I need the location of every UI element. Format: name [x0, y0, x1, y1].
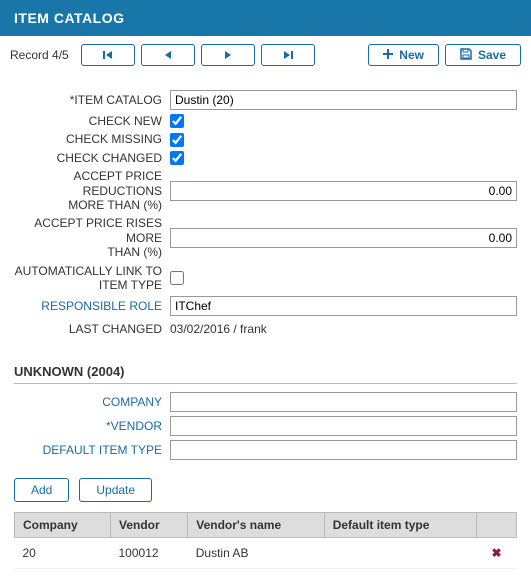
accept-price-rises-label: ACCEPT PRICE RISES MORE THAN (%) [14, 216, 170, 259]
last-changed-label: LAST CHANGED [14, 322, 170, 336]
default-item-type-input[interactable] [170, 440, 517, 460]
check-missing-checkbox[interactable] [170, 133, 184, 147]
check-changed-label: CHECK CHANGED [14, 151, 170, 165]
save-button[interactable]: Save [445, 44, 521, 66]
toolbar: Record 4/5 New Save [0, 36, 531, 74]
save-button-label: Save [478, 48, 506, 62]
grid-header-vendor-name[interactable]: Vendor's name [188, 513, 324, 538]
section-form: COMPANY *VENDOR DEFAULT ITEM TYPE [0, 392, 531, 472]
form-area: *ITEM CATALOG CHECK NEW CHECK MISSING CH… [0, 74, 531, 350]
prev-icon [164, 50, 172, 60]
add-button[interactable]: Add [14, 478, 69, 502]
auto-link-label: AUTOMATICALLY LINK TO ITEM TYPE [14, 264, 170, 293]
section-title: UNKNOWN (2004) [0, 350, 531, 383]
nav-last-button[interactable] [261, 44, 315, 66]
item-catalog-input[interactable] [170, 90, 517, 110]
grid-header-company[interactable]: Company [15, 513, 111, 538]
vendor-input[interactable] [170, 416, 517, 436]
grid-header-row: Company Vendor Vendor's name Default ite… [15, 513, 517, 538]
cell-vendor: 100012 [111, 538, 188, 569]
close-icon: ✖ [491, 546, 501, 560]
page-title: ITEM CATALOG [14, 10, 124, 26]
update-button[interactable]: Update [79, 478, 152, 502]
last-icon [283, 50, 293, 60]
grid-header-actions [477, 513, 517, 538]
company-label[interactable]: COMPANY [14, 395, 170, 409]
nav-prev-button[interactable] [141, 44, 195, 66]
new-button[interactable]: New [368, 44, 439, 66]
cell-default-item-type [324, 538, 476, 569]
first-icon [103, 50, 113, 60]
section-divider [14, 383, 517, 384]
next-icon [224, 50, 232, 60]
check-changed-checkbox[interactable] [170, 151, 184, 165]
save-icon [460, 48, 472, 63]
accept-price-reductions-input[interactable] [170, 181, 517, 201]
cell-company: 20 [15, 538, 111, 569]
item-catalog-label: *ITEM CATALOG [14, 93, 170, 107]
nav-first-button[interactable] [81, 44, 135, 66]
check-new-checkbox[interactable] [170, 114, 184, 128]
auto-link-checkbox[interactable] [170, 271, 184, 285]
new-button-label: New [399, 48, 424, 62]
record-counter: Record 4/5 [10, 48, 69, 62]
last-changed-value: 03/02/2016 / frank [170, 320, 517, 338]
company-input[interactable] [170, 392, 517, 412]
accept-price-rises-input[interactable] [170, 228, 517, 248]
vendor-grid: Company Vendor Vendor's name Default ite… [14, 512, 517, 569]
cell-vendor-name: Dustin AB [188, 538, 324, 569]
grid-header-vendor[interactable]: Vendor [111, 513, 188, 538]
table-row[interactable]: 20 100012 Dustin AB ✖ [15, 538, 517, 569]
grid-header-default-item-type[interactable]: Default item type [324, 513, 476, 538]
responsible-role-label[interactable]: RESPONSIBLE ROLE [14, 299, 170, 313]
page-header: ITEM CATALOG [0, 0, 531, 36]
plus-icon [383, 48, 393, 62]
nav-next-button[interactable] [201, 44, 255, 66]
responsible-role-input[interactable] [170, 296, 517, 316]
delete-row-button[interactable]: ✖ [477, 538, 517, 569]
accept-price-reductions-label: ACCEPT PRICE REDUCTIONS MORE THAN (%) [14, 169, 170, 212]
check-new-label: CHECK NEW [14, 114, 170, 128]
section-buttons: Add Update [0, 472, 531, 508]
vendor-label[interactable]: *VENDOR [14, 419, 170, 433]
default-item-type-label[interactable]: DEFAULT ITEM TYPE [14, 443, 170, 457]
check-missing-label: CHECK MISSING [14, 132, 170, 146]
